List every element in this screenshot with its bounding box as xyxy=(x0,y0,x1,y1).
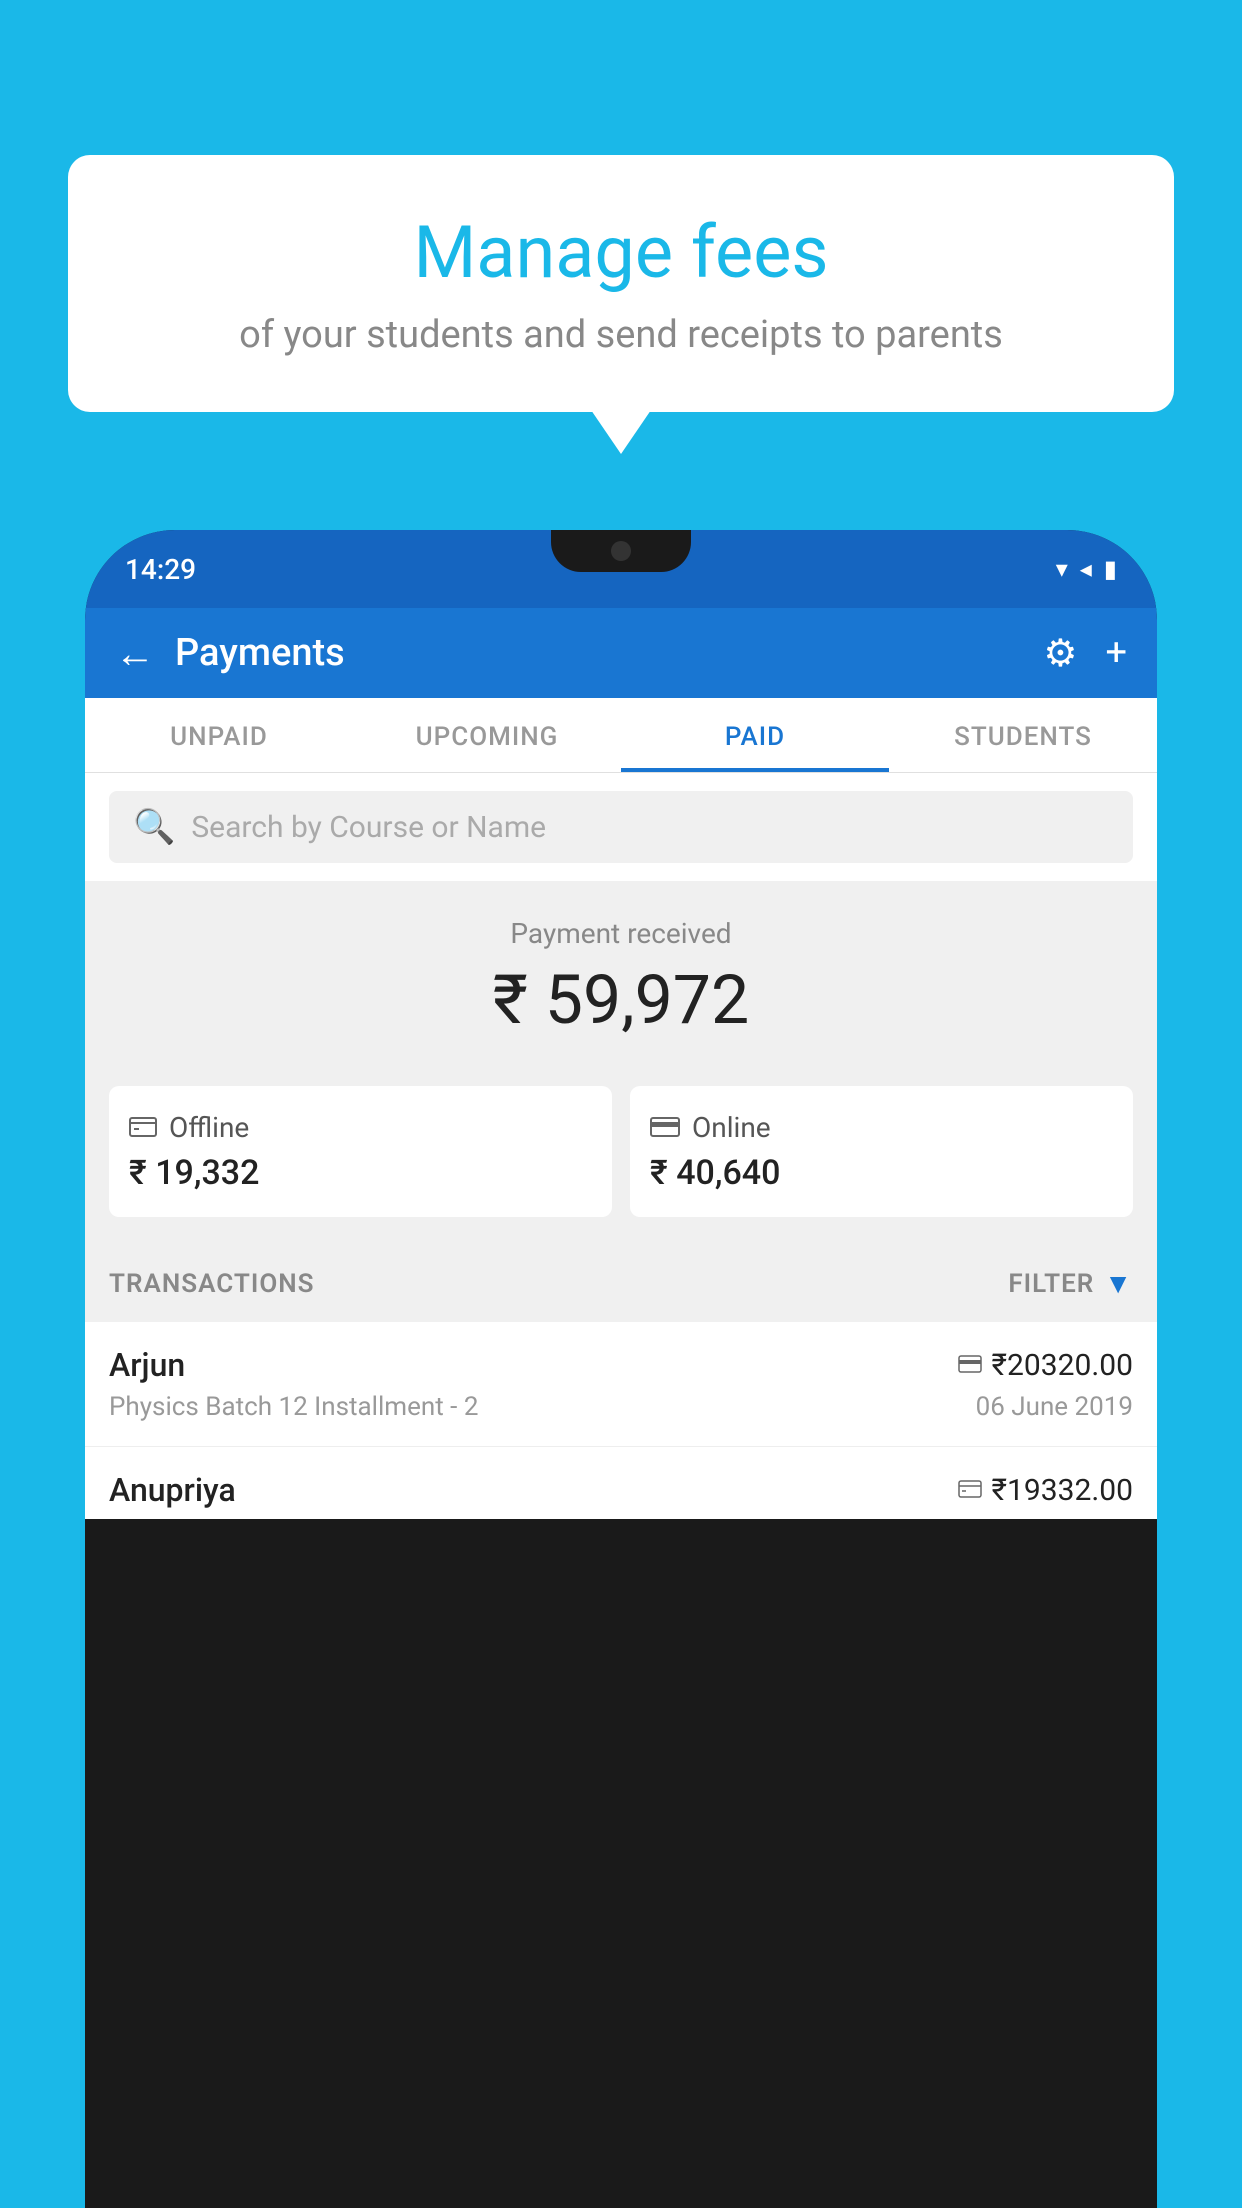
signal-icon: ◂ xyxy=(1080,555,1092,583)
online-payment-card: Online ₹ 40,640 xyxy=(630,1086,1133,1217)
status-icons: ▾ ◂ ▮ xyxy=(1056,555,1117,583)
tab-paid[interactable]: PAID xyxy=(621,698,889,772)
transaction-row-top-2: Anupriya ₹19332.00 xyxy=(109,1471,1133,1509)
transaction-amount-wrapper-2: ₹19332.00 xyxy=(958,1473,1133,1508)
search-bar: 🔍 Search by Course or Name xyxy=(85,773,1157,881)
payment-received-section: Payment received ₹ 59,972 xyxy=(85,881,1157,1068)
tab-unpaid[interactable]: UNPAID xyxy=(85,698,353,772)
manage-fees-subtitle: of your students and send receipts to pa… xyxy=(128,313,1114,357)
wifi-icon: ▾ xyxy=(1056,555,1068,583)
search-input-wrapper[interactable]: 🔍 Search by Course or Name xyxy=(109,791,1133,863)
transaction-detail-1: Physics Batch 12 Installment - 2 xyxy=(109,1392,478,1422)
filter-icon: ▼ xyxy=(1104,1267,1133,1300)
speech-bubble: Manage fees of your students and send re… xyxy=(68,155,1174,412)
transaction-date-1: 06 June 2019 xyxy=(976,1392,1133,1422)
offline-payment-card: Offline ₹ 19,332 xyxy=(109,1086,612,1217)
transaction-name-1: Arjun xyxy=(109,1346,185,1384)
card-icon xyxy=(958,1350,982,1380)
transactions-header: TRANSACTIONS FILTER ▼ xyxy=(85,1245,1157,1322)
table-row[interactable]: Arjun ₹20320.00 Physics Batch 12 Install… xyxy=(85,1322,1157,1447)
tab-students[interactable]: STUDENTS xyxy=(889,698,1157,772)
header-icons: ⚙ + xyxy=(1043,631,1127,676)
online-label: Online xyxy=(692,1111,771,1144)
manage-fees-title: Manage fees xyxy=(128,210,1114,295)
online-amount: ₹ 40,640 xyxy=(650,1153,1113,1193)
filter-button[interactable]: FILTER ▼ xyxy=(1008,1267,1133,1300)
table-row[interactable]: Anupriya ₹19332.00 xyxy=(85,1447,1157,1519)
search-icon: 🔍 xyxy=(133,807,175,847)
phone-notch xyxy=(551,530,691,572)
online-card-header: Online xyxy=(650,1110,1113,1145)
speech-bubble-container: Manage fees of your students and send re… xyxy=(68,155,1174,412)
offline-label: Offline xyxy=(169,1111,249,1144)
transaction-amount-2: ₹19332.00 xyxy=(992,1473,1133,1508)
offline-card-header: Offline xyxy=(129,1110,592,1145)
offline-icon xyxy=(958,1475,982,1505)
search-input[interactable]: Search by Course or Name xyxy=(191,810,546,845)
transactions-label: TRANSACTIONS xyxy=(109,1269,315,1299)
transaction-row-top-1: Arjun ₹20320.00 xyxy=(109,1346,1133,1384)
payment-received-amount: ₹ 59,972 xyxy=(109,960,1133,1040)
app-header: ← Payments ⚙ + xyxy=(85,608,1157,698)
status-time: 14:29 xyxy=(125,553,196,586)
offline-payment-icon xyxy=(129,1110,157,1145)
transaction-amount-wrapper-1: ₹20320.00 xyxy=(958,1348,1133,1383)
filter-label: FILTER xyxy=(1008,1269,1094,1299)
payment-cards: Offline ₹ 19,332 Online ₹ 40,640 xyxy=(85,1068,1157,1245)
phone-frame: 14:29 ▾ ◂ ▮ ← Payments ⚙ + UNPAID UPCOMI… xyxy=(85,530,1157,2208)
page-title: Payments xyxy=(175,631,1023,675)
app-content: 🔍 Search by Course or Name Payment recei… xyxy=(85,773,1157,1519)
transaction-name-2: Anupriya xyxy=(109,1471,236,1509)
add-button[interactable]: + xyxy=(1105,631,1127,675)
back-button[interactable]: ← xyxy=(115,630,155,677)
gear-icon[interactable]: ⚙ xyxy=(1043,631,1077,676)
payment-received-label: Payment received xyxy=(109,917,1133,950)
transaction-amount-1: ₹20320.00 xyxy=(992,1348,1133,1383)
offline-amount: ₹ 19,332 xyxy=(129,1153,592,1193)
battery-icon: ▮ xyxy=(1104,555,1117,583)
tab-upcoming[interactable]: UPCOMING xyxy=(353,698,621,772)
tab-bar: UNPAID UPCOMING PAID STUDENTS xyxy=(85,698,1157,773)
notch-camera xyxy=(611,541,631,561)
online-payment-icon xyxy=(650,1110,680,1145)
status-bar: 14:29 ▾ ◂ ▮ xyxy=(85,530,1157,608)
transaction-row-bottom-1: Physics Batch 12 Installment - 2 06 June… xyxy=(109,1392,1133,1422)
